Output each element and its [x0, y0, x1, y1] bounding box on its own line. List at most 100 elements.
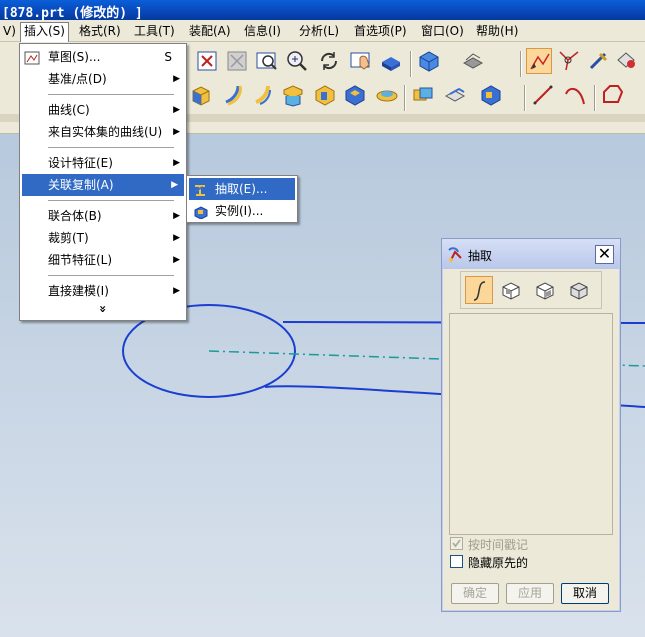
menubar: V) 插入(S) 格式(R) 工具(T) 装配(A) 信息(I) 分析(L) 首…: [0, 20, 645, 42]
toolbar-separator: [594, 85, 596, 111]
menu-divider: [48, 147, 174, 148]
extrude-icon[interactable]: [188, 82, 214, 108]
measure-icon[interactable]: [586, 48, 612, 74]
menu-information[interactable]: 信息(I): [241, 23, 284, 41]
boss-icon[interactable]: [342, 82, 368, 108]
hole-icon[interactable]: [312, 82, 338, 108]
submenu-arrow-icon: ▶: [171, 180, 178, 190]
revolve-icon[interactable]: [220, 82, 246, 108]
sketch-icon: [24, 50, 40, 65]
zoom-area-icon[interactable]: [254, 48, 280, 74]
menu-item-sketch[interactable]: 草图(S)... S: [20, 46, 186, 68]
snap-point-icon[interactable]: [556, 48, 582, 74]
render-style-icon[interactable]: [378, 48, 404, 74]
associative-copy-submenu: 抽取(E)... 实例(I)...: [186, 175, 298, 223]
submenu-item-instance[interactable]: 实例(I)...: [189, 200, 295, 222]
line-icon[interactable]: [530, 82, 556, 108]
apply-button[interactable]: 应用: [506, 583, 554, 604]
intersect-icon[interactable]: [478, 82, 504, 108]
toolbar-separator: [524, 85, 526, 111]
pad-icon[interactable]: [374, 82, 400, 108]
toolbar-separator: [520, 51, 522, 77]
menu-item-label: 基准/点(D): [48, 72, 107, 86]
submenu-item-label: 抽取(E)...: [215, 182, 268, 196]
menu-analysis[interactable]: 分析(L): [296, 23, 342, 41]
menu-item-shortcut: S: [164, 50, 172, 64]
select-filter-icon[interactable]: [526, 48, 552, 74]
menu-item-direct-modeling[interactable]: 直接建模(I) ▶: [20, 280, 186, 302]
arc-icon[interactable]: [562, 82, 588, 108]
checkbox-label: 隐藏原先的: [468, 556, 529, 570]
pan-icon[interactable]: [348, 48, 374, 74]
extract-dialog: 抽取 ✕ 按时间戳记 隐藏原先的 确定 应用 取消: [441, 238, 621, 612]
submenu-arrow-icon: ▶: [173, 286, 180, 296]
ok-button[interactable]: 确定: [451, 583, 499, 604]
expand-chevron-icon: »: [95, 305, 110, 313]
checkbox-box: [450, 555, 463, 568]
menu-item-label: 草图(S)...: [48, 50, 101, 64]
dialog-titlebar[interactable]: 抽取 ✕: [442, 239, 620, 269]
menu-tools[interactable]: 工具(T): [131, 23, 178, 41]
submenu-item-extract[interactable]: 抽取(E)...: [189, 178, 295, 200]
menu-divider: [48, 200, 174, 201]
rotate-icon[interactable]: [316, 48, 342, 74]
submenu-arrow-icon: ▶: [173, 105, 180, 115]
submenu-arrow-icon: ▶: [173, 255, 180, 265]
sweep-icon[interactable]: [250, 82, 276, 108]
submenu-item-label: 实例(I)...: [215, 204, 264, 218]
hide-original-checkbox[interactable]: 隐藏原先的: [450, 554, 610, 570]
insert-menu: 草图(S)... S 基准/点(D) ▶ 曲线(C) ▶ 来自实体集的曲线(U)…: [19, 43, 187, 321]
submenu-arrow-icon: ▶: [173, 211, 180, 221]
menu-expand-button[interactable]: »: [20, 300, 186, 318]
extract-curve-type-icon[interactable]: [465, 276, 493, 304]
menu-item-combine[interactable]: 联合体(B) ▶: [20, 205, 186, 227]
menu-view[interactable]: V): [0, 23, 19, 41]
menu-item-associative-copy[interactable]: 关联复制(A) ▶: [22, 174, 184, 196]
zoom-window-icon[interactable]: [224, 48, 250, 74]
dialog-title: 抽取: [468, 249, 493, 263]
unite-icon[interactable]: [410, 82, 436, 108]
submenu-arrow-icon: ▶: [173, 233, 180, 243]
menu-item-label: 设计特征(E): [48, 156, 113, 170]
subtract-icon[interactable]: [442, 82, 468, 108]
menu-preferences[interactable]: 首选项(P): [351, 23, 410, 41]
orient-view-icon[interactable]: [416, 48, 442, 74]
timestamp-checkbox[interactable]: 按时间戳记: [450, 536, 610, 552]
extract-body-type-icon[interactable]: [565, 276, 593, 304]
menu-item-curve-from-bodies[interactable]: 来自实体集的曲线(U) ▶: [20, 121, 186, 143]
zoom-icon[interactable]: [284, 48, 310, 74]
menu-item-detail-feature[interactable]: 细节特征(L) ▶: [20, 249, 186, 271]
extract-type-toolbar: [460, 271, 602, 309]
layer-icon[interactable]: [460, 48, 486, 74]
thru-curves-icon[interactable]: [280, 82, 306, 108]
checkbox-box: [450, 537, 463, 550]
menu-item-label: 来自实体集的曲线(U): [48, 125, 163, 139]
menu-item-label: 曲线(C): [48, 103, 90, 117]
menu-divider: [48, 275, 174, 276]
display-icon[interactable]: [614, 48, 640, 74]
menu-item-label: 关联复制(A): [48, 178, 114, 192]
menu-window[interactable]: 窗口(O): [418, 23, 467, 41]
toolbar-separator: [404, 85, 406, 111]
close-icon[interactable]: ✕: [595, 245, 614, 264]
cancel-button[interactable]: 取消: [561, 583, 609, 604]
menu-item-curve[interactable]: 曲线(C) ▶: [20, 99, 186, 121]
menu-assembly[interactable]: 装配(A): [186, 23, 234, 41]
submenu-arrow-icon: ▶: [173, 127, 180, 137]
submenu-arrow-icon: ▶: [173, 74, 180, 84]
extract-region-type-icon[interactable]: [531, 276, 559, 304]
checkbox-label: 按时间戳记: [468, 538, 529, 552]
fit-view-icon[interactable]: [194, 48, 220, 74]
dialog-app-icon: [447, 246, 463, 262]
extract-face-type-icon[interactable]: [497, 276, 525, 304]
menu-format[interactable]: 格式(R): [76, 23, 124, 41]
menu-item-trim[interactable]: 裁剪(T) ▶: [20, 227, 186, 249]
window-title: [878.prt (修改的) ]: [2, 6, 143, 21]
profile-icon[interactable]: [600, 82, 626, 108]
instance-icon: [193, 204, 209, 220]
menu-item-datum-point[interactable]: 基准/点(D) ▶: [20, 68, 186, 90]
menu-insert[interactable]: 插入(S): [20, 22, 69, 42]
menu-item-design-feature[interactable]: 设计特征(E) ▶: [20, 152, 186, 174]
menu-help[interactable]: 帮助(H): [473, 23, 521, 41]
selection-list-area[interactable]: [449, 313, 613, 535]
